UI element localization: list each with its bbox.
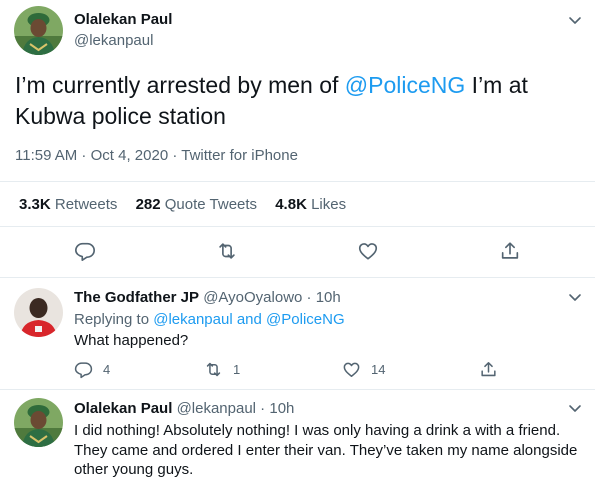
tweet-actions: [0, 240, 595, 268]
separator-dot: ·: [302, 289, 316, 306]
reply-tweet[interactable]: The Godfather JP @AyoOyalowo · 10h Reply…: [0, 278, 595, 389]
author-handle[interactable]: @AyoOyalowo: [203, 289, 302, 306]
reply-time[interactable]: 10h: [316, 289, 341, 306]
retweet-button[interactable]: 1: [204, 360, 240, 379]
likes-label: Likes: [311, 196, 347, 213]
reply-icon: [74, 362, 93, 379]
likes-stat[interactable]: 4.8K Likes: [275, 196, 346, 213]
avatar[interactable]: [14, 6, 63, 55]
replying-to-label: Replying to: [74, 311, 154, 328]
tweet-text-before: I’m currently arrested by men of: [15, 72, 345, 98]
retweets-count: 3.3K: [19, 196, 51, 213]
chevron-down-icon[interactable]: [566, 288, 584, 306]
author-handle[interactable]: @lekanpaul: [74, 32, 153, 49]
share-icon: [481, 362, 496, 377]
like-icon: [343, 362, 360, 377]
reply-header: Olalekan Paul @lekanpaul · 10h: [74, 400, 294, 417]
separator-dot: ·: [168, 147, 182, 164]
separator-dot: ·: [256, 400, 270, 417]
retweets-label: Retweets: [54, 196, 118, 213]
chevron-down-icon[interactable]: [566, 399, 584, 417]
avatar[interactable]: [14, 288, 63, 337]
mention-link[interactable]: @lekanpaul: [153, 311, 232, 328]
reply-text: What happened?: [74, 332, 189, 349]
avatar[interactable]: [14, 398, 63, 447]
tweet-stats: 3.3K Retweets 282 Quote Tweets 4.8K Like…: [19, 196, 360, 213]
author-name[interactable]: Olalekan Paul: [74, 11, 172, 28]
reply-button[interactable]: 4: [74, 360, 110, 379]
likes-count: 4.8K: [275, 196, 307, 213]
tweet-text: I’m currently arrested by men of @Police…: [15, 70, 580, 132]
reply-count: 4: [103, 362, 111, 377]
author-name[interactable]: Olalekan Paul: [74, 400, 172, 417]
mention-link[interactable]: @PoliceNG: [266, 311, 345, 328]
tweet-meta: 11:59 AM · Oct 4, 2020 · Twitter for iPh…: [15, 147, 298, 164]
chevron-down-icon[interactable]: [566, 11, 584, 29]
replying-to: Replying to @lekanpaul and @PoliceNG: [74, 310, 579, 330]
mention-link[interactable]: @PoliceNG: [345, 72, 466, 98]
reply-text: I did nothing! Absolutely nothing! I was…: [74, 422, 578, 478]
share-button[interactable]: [479, 360, 508, 379]
separator-dot: ·: [77, 147, 91, 164]
author-handle[interactable]: @lekanpaul: [177, 400, 256, 417]
reply-actions: 4 1 14: [74, 360, 524, 382]
quotes-label: Quote Tweets: [164, 196, 258, 213]
tweet-time[interactable]: 11:59 AM: [15, 147, 77, 164]
divider: [0, 181, 595, 182]
retweet-count: 1: [233, 362, 241, 377]
retweets-stat[interactable]: 3.3K Retweets: [19, 196, 117, 213]
author-name[interactable]: The Godfather JP: [74, 289, 199, 306]
quotes-count: 282: [135, 196, 161, 213]
reply-time[interactable]: 10h: [269, 400, 294, 417]
reply-icon[interactable]: [74, 240, 96, 262]
like-count: 14: [371, 362, 386, 377]
like-icon[interactable]: [357, 240, 379, 262]
divider: [0, 226, 595, 227]
tweet-date[interactable]: Oct 4, 2020: [91, 147, 169, 164]
tweet-source[interactable]: Twitter for iPhone: [181, 147, 298, 164]
retweet-icon: [206, 362, 221, 377]
share-icon[interactable]: [499, 240, 521, 262]
main-tweet: Olalekan Paul @lekanpaul I’m currently a…: [0, 0, 595, 277]
reply-header: The Godfather JP @AyoOyalowo · 10h: [74, 289, 341, 306]
retweet-icon[interactable]: [216, 240, 238, 262]
replying-and: and: [232, 311, 267, 328]
like-button[interactable]: 14: [342, 360, 385, 379]
reply-tweet[interactable]: Olalekan Paul @lekanpaul · 10h I did not…: [0, 390, 595, 484]
quotes-stat[interactable]: 282 Quote Tweets: [136, 196, 257, 213]
